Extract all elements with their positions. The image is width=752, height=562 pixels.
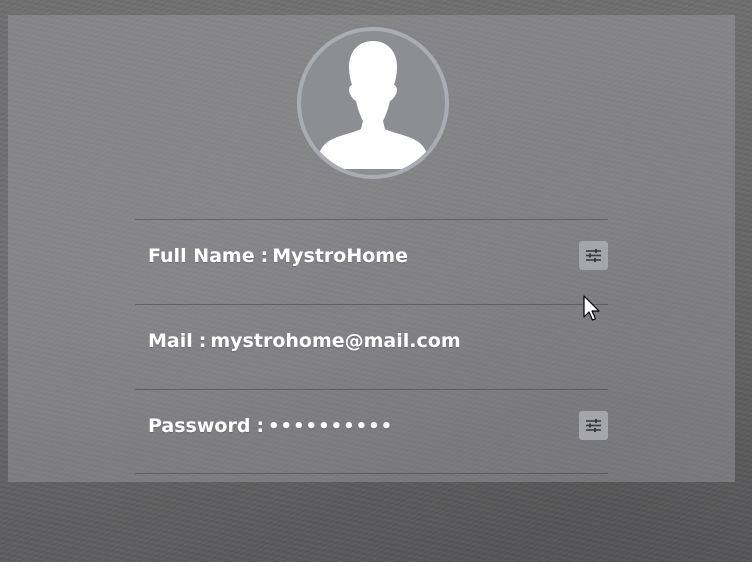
full-name-text: Full Name: MystroHome	[148, 245, 408, 267]
mouse-pointer-icon	[583, 295, 600, 321]
sliders-icon	[586, 249, 601, 262]
mail-value: mystrohome@mail.com	[210, 330, 461, 352]
password-separator: :	[256, 415, 265, 437]
password-text: Password: ••••••••••	[148, 415, 393, 437]
field-row-password: Password: ••••••••••	[135, 389, 608, 474]
mail-label: Mail	[148, 330, 193, 352]
mail-separator: :	[198, 330, 207, 352]
full-name-separator: :	[260, 245, 269, 267]
profile-fields: Full Name: MystroHome Mail: mystrohome@mai…	[135, 219, 608, 474]
sliders-icon	[586, 419, 601, 432]
full-name-label: Full Name	[148, 245, 255, 267]
field-row-mail: Mail: mystrohome@mail.com	[135, 304, 608, 389]
edit-full-name-button[interactable]	[579, 241, 608, 270]
profile-avatar	[297, 27, 449, 179]
field-row-full-name: Full Name: MystroHome	[135, 219, 608, 304]
full-name-value: MystroHome	[272, 245, 408, 267]
edit-password-button[interactable]	[579, 411, 608, 440]
mail-text: Mail: mystrohome@mail.com	[148, 330, 461, 352]
user-silhouette-icon	[315, 41, 431, 169]
password-label: Password	[148, 415, 251, 437]
password-value: ••••••••••	[268, 416, 394, 437]
